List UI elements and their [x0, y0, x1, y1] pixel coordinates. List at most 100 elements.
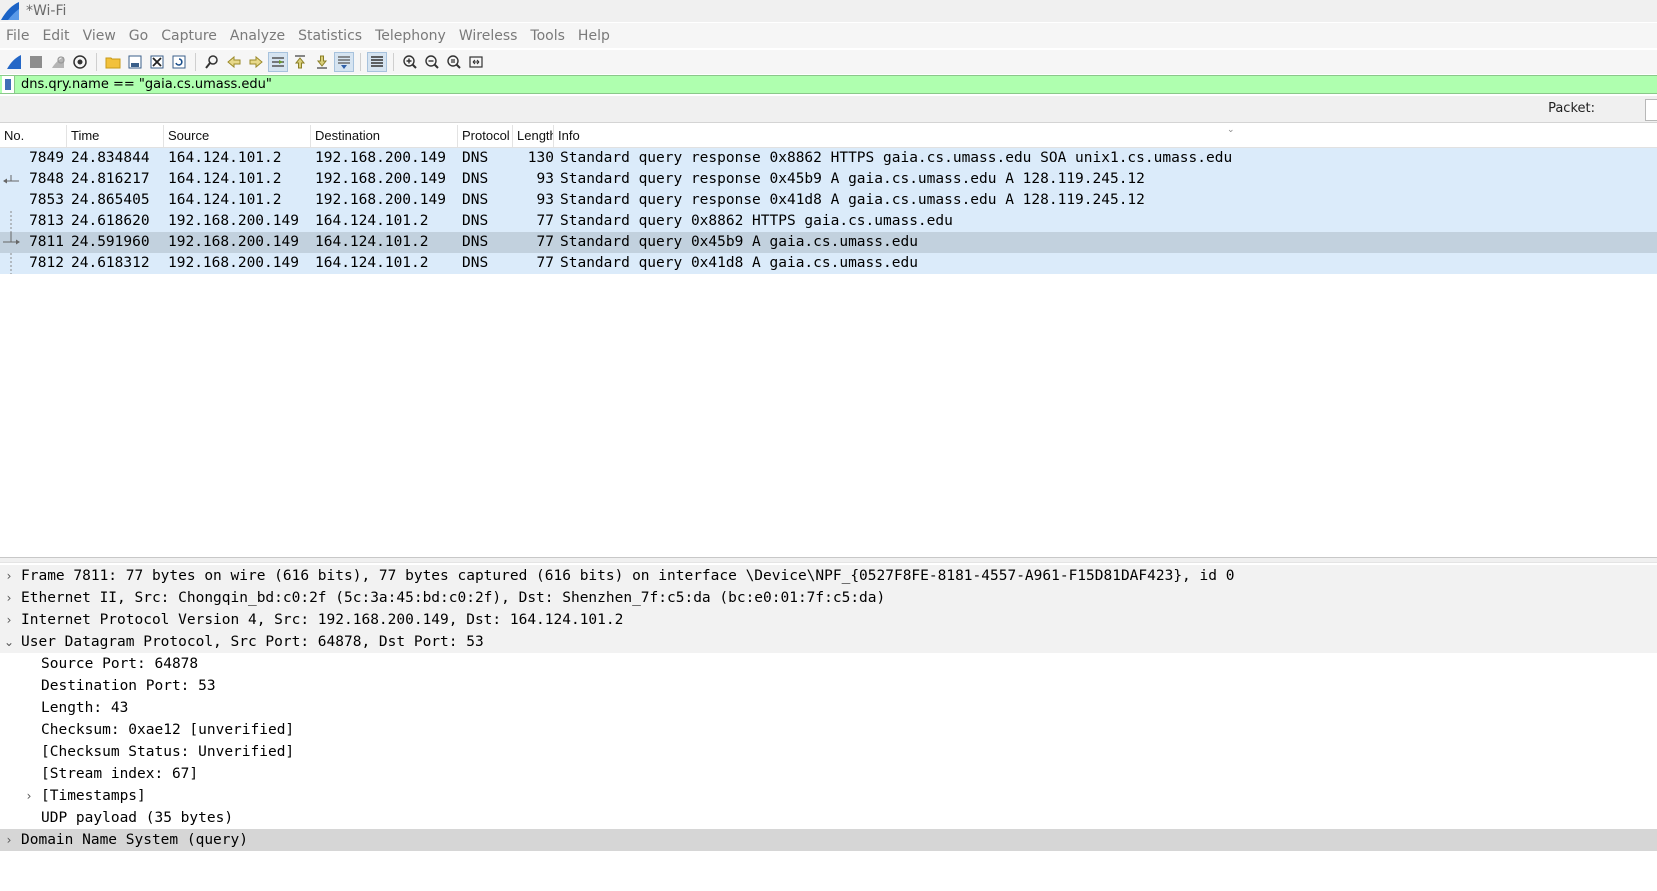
colorize-icon[interactable] — [367, 52, 387, 72]
packet-destination: 164.124.101.2 — [315, 213, 429, 229]
column-header-no[interactable]: No. — [0, 125, 67, 147]
tree-item-label: User Datagram Protocol, Src Port: 64878,… — [21, 634, 484, 650]
menu-edit[interactable]: Edit — [36, 28, 76, 44]
packet-length: 77 — [536, 255, 554, 271]
packet-row-selected[interactable]: 7811 24.591960 192.168.200.149 164.124.1… — [0, 232, 1657, 253]
packet-length: 93 — [536, 171, 554, 187]
go-back-icon[interactable] — [225, 53, 243, 71]
tree-item-label: Internet Protocol Version 4, Src: 192.16… — [21, 612, 624, 628]
packet-time: 24.865405 — [71, 192, 150, 208]
packet-row[interactable]: 7848 24.816217 164.124.101.2 192.168.200… — [0, 169, 1657, 190]
display-filter-bar — [0, 75, 1657, 94]
tree-field-checksum-status[interactable]: [Checksum Status: Unverified] — [0, 741, 1657, 763]
menu-wireless[interactable]: Wireless — [453, 28, 525, 44]
packet-destination: 192.168.200.149 — [315, 150, 446, 166]
resize-columns-icon[interactable] — [467, 53, 485, 71]
expand-chevron-icon[interactable]: › — [22, 785, 36, 807]
autoscroll-icon[interactable] — [334, 52, 354, 72]
packet-length: 77 — [536, 234, 554, 250]
expand-chevron-icon[interactable]: › — [2, 587, 16, 609]
column-header-time[interactable]: Time — [67, 125, 164, 147]
main-toolbar — [0, 50, 1657, 74]
tree-field-destination-port[interactable]: Destination Port: 53 — [0, 675, 1657, 697]
menu-statistics[interactable]: Statistics — [292, 28, 369, 44]
column-header-length[interactable]: Length — [513, 125, 554, 147]
capture-options-icon[interactable] — [71, 53, 89, 71]
collapse-chevron-icon[interactable]: ⌄ — [2, 631, 16, 653]
packet-no: 7848 — [29, 171, 64, 187]
toolbar-separator — [96, 53, 97, 71]
zoom-in-icon[interactable] — [401, 53, 419, 71]
display-filter-input[interactable] — [21, 76, 1657, 93]
go-forward-icon[interactable] — [247, 53, 265, 71]
zoom-normal-icon[interactable] — [445, 53, 463, 71]
tree-item-label: Length: 43 — [41, 700, 129, 716]
tree-item-label: [Checksum Status: Unverified] — [41, 744, 295, 760]
packet-info: Standard query 0x8862 HTTPS gaia.cs.umas… — [560, 213, 953, 229]
packet-protocol: DNS — [462, 213, 489, 229]
menu-help[interactable]: Help — [572, 28, 617, 44]
packet-source: 192.168.200.149 — [168, 234, 299, 250]
tree-item-udp[interactable]: ⌄ User Datagram Protocol, Src Port: 6487… — [0, 631, 1657, 653]
tree-field-length[interactable]: Length: 43 — [0, 697, 1657, 719]
menu-file[interactable]: File — [0, 28, 36, 44]
tree-item-timestamps[interactable]: › [Timestamps] — [0, 785, 1657, 807]
menu-capture[interactable]: Capture — [155, 28, 224, 44]
go-to-packet-icon[interactable] — [268, 52, 288, 72]
packet-row[interactable]: 7812 24.618312 192.168.200.149 164.124.1… — [0, 253, 1657, 274]
tree-item-dns[interactable]: › Domain Name System (query) — [0, 829, 1657, 851]
first-packet-icon[interactable] — [291, 53, 309, 71]
tree-item-label: [Stream index: 67] — [41, 766, 199, 782]
close-file-icon[interactable] — [148, 53, 166, 71]
menu-tools[interactable]: Tools — [524, 28, 572, 44]
sort-indicator-icon: ⌄ — [1227, 125, 1235, 135]
packet-details-tree: › Frame 7811: 77 bytes on wire (616 bits… — [0, 565, 1657, 851]
tree-field-stream-index[interactable]: [Stream index: 67] — [0, 763, 1657, 785]
filter-bookmark-icon[interactable] — [2, 76, 15, 93]
tree-field-checksum[interactable]: Checksum: 0xae12 [unverified] — [0, 719, 1657, 741]
toolbar-separator — [360, 53, 361, 71]
packet-goto-input[interactable] — [1645, 99, 1657, 121]
last-packet-icon[interactable] — [313, 53, 331, 71]
tree-field-source-port[interactable]: Source Port: 64878 — [0, 653, 1657, 675]
tree-item-label: Destination Port: 53 — [41, 678, 216, 694]
expand-chevron-icon[interactable]: › — [2, 829, 16, 851]
find-packet-icon[interactable] — [203, 53, 221, 71]
menu-view[interactable]: View — [77, 28, 123, 44]
packet-length: 130 — [527, 150, 554, 166]
packet-protocol: DNS — [462, 234, 489, 250]
shark-fin-start-icon[interactable] — [5, 53, 23, 71]
tree-field-udp-payload[interactable]: UDP payload (35 bytes) — [0, 807, 1657, 829]
packet-row[interactable]: 7849 24.834844 164.124.101.2 192.168.200… — [0, 148, 1657, 169]
packet-protocol: DNS — [462, 171, 489, 187]
tree-item-ethernet[interactable]: › Ethernet II, Src: Chongqin_bd:c0:2f (5… — [0, 587, 1657, 609]
tree-item-frame[interactable]: › Frame 7811: 77 bytes on wire (616 bits… — [0, 565, 1657, 587]
save-file-icon[interactable] — [126, 53, 144, 71]
wireshark-logo-icon — [1, 2, 19, 20]
packet-info: Standard query response 0x41d8 A gaia.cs… — [560, 192, 1145, 208]
pane-splitter[interactable] — [0, 557, 1657, 563]
open-folder-icon[interactable] — [104, 53, 122, 71]
menu-telephony[interactable]: Telephony — [369, 28, 453, 44]
title-bar: *Wi-Fi — [0, 0, 1657, 22]
stop-icon[interactable] — [27, 53, 45, 71]
column-header-info[interactable]: Info — [554, 125, 1657, 147]
menu-analyze[interactable]: Analyze — [224, 28, 292, 44]
zoom-out-icon[interactable] — [423, 53, 441, 71]
column-header-protocol[interactable]: Protocol — [458, 125, 513, 147]
packet-protocol: DNS — [462, 192, 489, 208]
tree-item-ip[interactable]: › Internet Protocol Version 4, Src: 192.… — [0, 609, 1657, 631]
packet-protocol: DNS — [462, 150, 489, 166]
toolbar-separator — [195, 53, 196, 71]
reload-icon[interactable] — [170, 53, 188, 71]
tree-item-label: Ethernet II, Src: Chongqin_bd:c0:2f (5c:… — [21, 590, 886, 606]
column-header-source[interactable]: Source — [164, 125, 311, 147]
expand-chevron-icon[interactable]: › — [2, 565, 16, 587]
menu-go[interactable]: Go — [123, 28, 155, 44]
packet-row[interactable]: 7853 24.865405 164.124.101.2 192.168.200… — [0, 190, 1657, 211]
expand-chevron-icon[interactable]: › — [2, 609, 16, 631]
packet-row[interactable]: 7813 24.618620 192.168.200.149 164.124.1… — [0, 211, 1657, 232]
packet-source: 164.124.101.2 — [168, 192, 282, 208]
column-header-destination[interactable]: Destination — [311, 125, 458, 147]
restart-icon[interactable] — [49, 53, 67, 71]
